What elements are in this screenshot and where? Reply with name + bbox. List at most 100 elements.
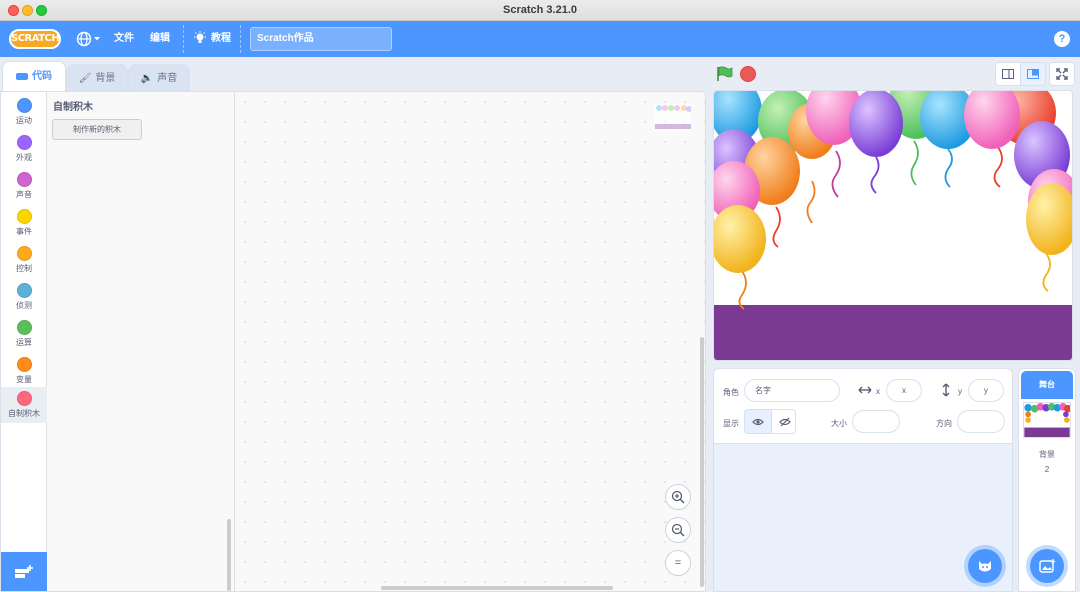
hide-sprite-button[interactable]: [771, 410, 795, 433]
category-control[interactable]: 控制: [1, 242, 47, 278]
edit-menu[interactable]: 编辑: [150, 21, 170, 57]
category-looks[interactable]: 外观: [1, 131, 47, 167]
green-flag-icon[interactable]: [716, 66, 734, 82]
backdrop-count: 2: [1044, 465, 1050, 474]
small-stage-icon: [1002, 69, 1014, 79]
category-my-blocks[interactable]: 自制积木: [1, 387, 47, 423]
horizontal-arrows-icon: [858, 386, 872, 394]
flyout-scrollbar[interactable]: [227, 519, 231, 591]
menu-bar: SCRATCH 文件 编辑 教程 Scratch作品 ?: [0, 21, 1080, 57]
file-menu[interactable]: 文件: [114, 21, 134, 57]
control-color-dot: [16, 246, 32, 261]
stage-pane-title: 舞台: [1021, 371, 1073, 399]
flyout-title: 自制积木: [53, 102, 93, 113]
fullscreen-icon: [1056, 68, 1068, 80]
x-label: x: [876, 387, 880, 396]
fullscreen-button[interactable]: [1049, 62, 1075, 86]
looks-color-dot: [16, 135, 32, 150]
show-sprite-button[interactable]: [745, 410, 771, 433]
make-a-block-button[interactable]: 制作新的积木: [52, 119, 142, 140]
menu-divider: [183, 25, 184, 53]
project-title-input[interactable]: Scratch作品: [250, 27, 392, 51]
balloons-backdrop-image: [714, 91, 1072, 360]
backdrops-label: 背景: [1039, 450, 1055, 459]
show-label: 显示: [723, 419, 739, 428]
tab-sounds[interactable]: 🔈 声音: [128, 64, 190, 91]
eye-icon: [752, 418, 764, 426]
workspace-vertical-scrollbar[interactable]: [700, 337, 704, 587]
tab-code-label: 代码: [32, 71, 52, 82]
globe-icon: [76, 31, 100, 47]
tutorials-menu[interactable]: 教程: [193, 21, 231, 57]
y-label: y: [958, 387, 962, 396]
language-menu[interactable]: [76, 21, 102, 57]
my-blocks-color-dot: [16, 391, 32, 406]
x-position-input[interactable]: x: [886, 379, 922, 402]
category-motion[interactable]: 运动: [1, 94, 47, 130]
visibility-toggle: [744, 409, 796, 434]
motion-color-dot: [16, 98, 32, 113]
small-stage-button[interactable]: [995, 62, 1021, 86]
sprite-name-input[interactable]: 名字: [744, 379, 840, 402]
category-menu: 运动 外观 声音 事件 控制 侦测 运算 变量 自制积木: [1, 92, 47, 591]
category-label: 外观: [16, 153, 32, 162]
category-label: 事件: [16, 227, 32, 236]
window-title: Scratch 3.21.0: [503, 4, 577, 16]
variables-color-dot: [16, 357, 32, 372]
direction-input[interactable]: [957, 410, 1005, 433]
code-icon: [16, 72, 28, 80]
category-label: 声音: [16, 190, 32, 199]
size-label: 大小: [831, 419, 847, 428]
extension-icon: [15, 565, 33, 578]
image-add-icon: [1039, 559, 1055, 573]
speaker-icon: 🔈: [140, 73, 154, 84]
sound-color-dot: [16, 172, 32, 187]
tab-sounds-label: 声音: [157, 73, 178, 84]
zoom-out-button[interactable]: [665, 517, 691, 543]
y-position-input[interactable]: y: [968, 379, 1004, 402]
choose-sprite-button[interactable]: [968, 549, 1002, 583]
normal-stage-button[interactable]: [1020, 62, 1046, 86]
eye-slash-icon: [778, 417, 791, 427]
direction-label: 方向: [936, 419, 952, 428]
events-color-dot: [16, 209, 32, 224]
tab-backdrops[interactable]: 🖌 背景: [66, 64, 128, 91]
block-flyout: 自制积木 制作新的积木: [47, 92, 235, 591]
normal-stage-icon: [1027, 69, 1039, 79]
operators-color-dot: [16, 320, 32, 335]
current-target-thumbnail: [655, 104, 691, 132]
zoom-in-icon: [671, 490, 685, 504]
zoom-out-icon: [671, 523, 685, 537]
category-events[interactable]: 事件: [1, 205, 47, 241]
sprite-info-panel: 角色 名字 x x y y 显示 大小 方向: [713, 368, 1013, 444]
help-icon[interactable]: ?: [1054, 31, 1070, 47]
tab-code[interactable]: 代码: [2, 61, 66, 91]
zoom-in-button[interactable]: [665, 484, 691, 510]
scratch-logo[interactable]: SCRATCH: [9, 29, 61, 49]
sprite-label: 角色: [723, 388, 739, 397]
script-workspace[interactable]: =: [235, 92, 705, 591]
category-sound[interactable]: 声音: [1, 168, 47, 204]
code-area: 运动 外观 声音 事件 控制 侦测 运算 变量 自制积木 自制积木 制作新的积木…: [0, 91, 706, 592]
menu-divider: [240, 25, 241, 53]
category-operators[interactable]: 运算: [1, 316, 47, 352]
size-input[interactable]: [852, 410, 900, 433]
category-label: 变量: [16, 375, 32, 384]
window-title-bar: Scratch 3.21.0: [0, 0, 1080, 21]
category-sensing[interactable]: 侦测: [1, 279, 47, 315]
add-extension-button[interactable]: [1, 552, 47, 591]
category-variables[interactable]: 变量: [1, 353, 47, 389]
tutorials-label: 教程: [211, 33, 231, 44]
choose-backdrop-button[interactable]: [1030, 549, 1064, 583]
zoom-reset-button[interactable]: =: [665, 550, 691, 576]
vertical-arrows-icon: [942, 383, 950, 397]
stage-canvas[interactable]: [713, 90, 1073, 361]
tab-backdrops-label: 背景: [95, 73, 116, 84]
workspace-horizontal-scrollbar[interactable]: [381, 586, 613, 590]
sensing-color-dot: [16, 283, 32, 298]
stop-icon[interactable]: [740, 66, 756, 82]
cat-face-icon: [979, 561, 991, 572]
category-label: 运算: [16, 338, 32, 347]
stage-backdrop-thumbnail: [1023, 402, 1071, 438]
category-label: 侦测: [16, 301, 32, 310]
